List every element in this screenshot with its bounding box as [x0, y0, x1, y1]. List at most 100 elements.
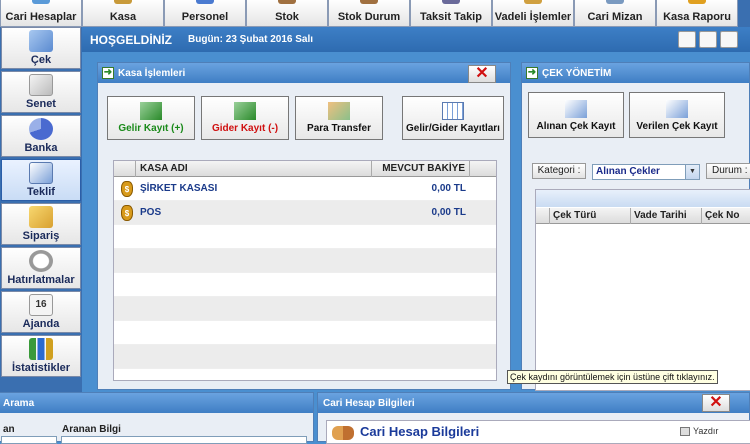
sidebar-item-label: Sipariş [22, 230, 60, 242]
empty-row [114, 345, 496, 369]
settings-icon[interactable] [720, 31, 738, 48]
nav-vadeli-islemler-button[interactable]: Vadeli İşlemler [492, 0, 574, 27]
table-row[interactable]: $ POS 0,00 TL [114, 201, 496, 225]
empty-row [114, 249, 496, 273]
window-title: ÇEK YÖNETİM [542, 67, 612, 79]
gelir-gider-kayitlari-button[interactable]: Gelir/Gider Kayıtları [402, 96, 504, 140]
nav-stok-durum-button[interactable]: Stok Durum [328, 0, 410, 27]
button-label: Para Transfer [307, 123, 371, 134]
kategori-select[interactable]: Alınan Çekler ▼ [592, 164, 700, 180]
sidebar-item-label: Teklif [27, 186, 55, 198]
cari-hesaplar-icon [32, 0, 50, 4]
nav-personel-button[interactable]: Personel [164, 0, 246, 27]
money-bag-icon: $ [121, 181, 133, 197]
nav-label: Personel [181, 11, 229, 23]
kasa-name: ŞİRKET KASASI [140, 183, 218, 194]
row-selector-header [536, 208, 550, 224]
gider-kayit-button[interactable]: Gider Kayıt (-) [201, 96, 289, 140]
para-transfer-button[interactable]: Para Transfer [295, 96, 383, 140]
cari-info-title: Cari Hesap Bilgileri [360, 424, 480, 439]
table-header: Çek Türü Vade Tarihi Çek No [536, 208, 750, 224]
calendar-icon: 16 [29, 294, 53, 316]
kasa-name: POS [140, 207, 162, 218]
kategori-label: Kategori : [532, 163, 586, 179]
pie-chart-icon [29, 118, 53, 140]
nav-kasa-button[interactable]: Kasa [82, 0, 164, 27]
money-bag-icon: $ [121, 205, 133, 221]
sidebar-item-teklif[interactable]: Teklif [1, 159, 81, 201]
arrow-right-icon: ➜ [102, 67, 114, 79]
nav-cari-mizan-button[interactable]: Cari Mizan [574, 0, 656, 27]
gelir-kayit-button[interactable]: Gelir Kayıt (+) [107, 96, 195, 140]
table-grid-icon [442, 102, 464, 120]
sidebar-item-senet[interactable]: Senet [1, 71, 81, 113]
promissory-note-icon [29, 74, 53, 96]
table-header: KASA ADI MEVCUT BAKİYE [114, 161, 496, 177]
row-selector-header [114, 161, 136, 177]
sidebar-item-hatirlatmalar[interactable]: Hatırlatmalar [1, 247, 81, 289]
nav-stok-button[interactable]: Stok [246, 0, 328, 27]
pen-cheque-icon [666, 100, 688, 118]
table-toolbar [536, 190, 750, 207]
search-input[interactable] [61, 436, 307, 444]
sidebar-item-siparis[interactable]: Sipariş [1, 203, 81, 245]
button-label: Gelir Kayıt (+) [118, 123, 184, 134]
kasa-raporu-icon [688, 0, 706, 4]
sidebar-item-label: Ajanda [22, 318, 60, 330]
nav-label: Cari Mizan [587, 11, 643, 23]
kategori-value: Alınan Çekler [596, 166, 660, 177]
close-button[interactable]: ✕ [702, 394, 730, 412]
window-title: Cari Hesap Bilgileri [323, 397, 415, 409]
vadeli-islemler-icon [524, 0, 542, 4]
kasa-balance: 0,00 TL [431, 207, 466, 218]
printer-icon [680, 426, 690, 436]
verilen-cek-kayit-button[interactable]: Verilen Çek Kayıt [629, 92, 725, 138]
cari-mizan-icon [606, 0, 624, 4]
left-sidebar: Çek Senet Banka Teklif Sipariş Hatırlatm… [0, 27, 82, 440]
kasa-table: KASA ADI MEVCUT BAKİYE $ ŞİRKET KASASI 0… [113, 160, 497, 381]
column-cek-no[interactable]: Çek No [702, 208, 750, 224]
top-navigation-bar: Cari Hesaplar Kasa Personel Stok Stok Du… [0, 0, 750, 27]
sidebar-item-label: İstatistikler [11, 362, 71, 374]
column-cek-turu[interactable]: Çek Türü [550, 208, 631, 224]
column-mevcut-bakiye[interactable]: MEVCUT BAKİYE [372, 161, 470, 177]
column-vade-tarihi[interactable]: Vade Tarihi [631, 208, 702, 224]
cheque-icon [29, 30, 53, 52]
sidebar-item-cek[interactable]: Çek [1, 27, 81, 69]
note-icon[interactable] [678, 31, 696, 48]
window-titlebar: ➜ Kasa İşlemleri [98, 63, 510, 83]
print-label: Yazdır [693, 426, 719, 436]
nav-cari-hesaplar-button[interactable]: Cari Hesaplar [0, 0, 82, 27]
table-row[interactable]: $ ŞİRKET KASASI 0,00 TL [114, 177, 496, 201]
nav-taksit-takip-button[interactable]: Taksit Takip [410, 0, 492, 27]
hand-transfer-icon [328, 102, 350, 120]
nav-label: Vadeli İşlemler [494, 11, 572, 23]
column-kasa-adi[interactable]: KASA ADI [136, 161, 372, 177]
close-button[interactable]: ✕ [468, 65, 496, 83]
sidebar-item-ajanda[interactable]: 16 Ajanda [1, 291, 81, 333]
cek-table: Çek Türü Vade Tarihi Çek No [535, 189, 750, 391]
sidebar-item-label: Hatırlatmalar [7, 274, 75, 286]
search-field-select[interactable] [1, 436, 57, 444]
window-titlebar: Cari Hesap Bilgileri [318, 393, 749, 413]
window-title: Kasa İşlemleri [118, 67, 186, 79]
sidebar-item-istatistikler[interactable]: İstatistikler [1, 335, 81, 377]
cari-hesap-window: Cari Hesap Bilgileri ✕ Cari Hesap Bilgil… [317, 392, 750, 444]
cari-info-panel: Cari Hesap Bilgileri Yazdır [326, 420, 750, 444]
welcome-greeting: HOŞGELDİNİZ [90, 33, 173, 47]
taksit-takip-icon [442, 0, 460, 4]
empty-row [114, 297, 496, 321]
money-out-icon [234, 102, 256, 120]
nav-kasa-raporu-button[interactable]: Kasa Raporu [656, 0, 738, 27]
print-button[interactable]: Yazdır [680, 426, 718, 436]
button-label: Gider Kayıt (-) [211, 123, 279, 134]
document-icon[interactable] [699, 31, 717, 48]
arama-window: Arama an Aranan Bilgi [0, 392, 314, 444]
search-value-label: Aranan Bilgi [62, 424, 121, 435]
alarm-clock-icon [29, 250, 53, 272]
button-label: Verilen Çek Kayıt [636, 121, 718, 132]
kasa-icon [114, 0, 132, 4]
sidebar-item-banka[interactable]: Banka [1, 115, 81, 157]
alinan-cek-kayit-button[interactable]: Alınan Çek Kayıt [528, 92, 624, 138]
nav-label: Cari Hesaplar [5, 11, 77, 23]
